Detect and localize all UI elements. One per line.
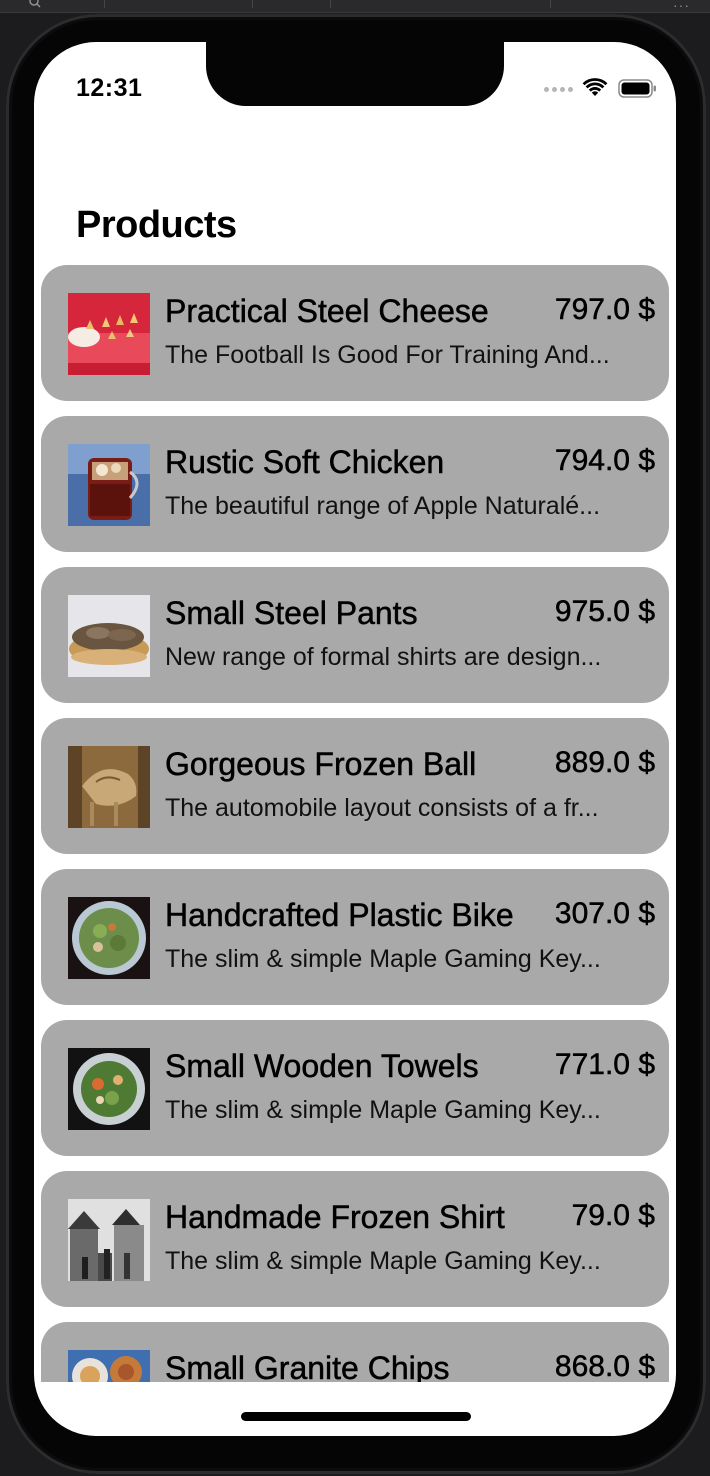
product-name: Small Steel Pants — [165, 595, 418, 632]
product-name: Small Granite Chips — [165, 1350, 450, 1382]
product-name: Small Wooden Towels — [165, 1048, 479, 1085]
product-card[interactable]: Gorgeous Frozen Ball 889.0 $ The automob… — [41, 718, 669, 854]
animal-photo-icon — [68, 746, 150, 828]
product-name: Handmade Frozen Shirt — [165, 1199, 505, 1236]
salad-plate-photo-icon — [68, 1048, 150, 1130]
product-price: 797.0 $ — [554, 293, 656, 327]
search-icon[interactable] — [28, 0, 42, 10]
product-description: The Football Is Good For Training And... — [165, 341, 610, 369]
product-price: 307.0 $ — [554, 897, 656, 931]
product-description: The beautiful range of Apple Naturalé... — [165, 492, 601, 520]
product-card[interactable]: Handmade Frozen Shirt 79.0 $ The slim & … — [41, 1171, 669, 1307]
product-price: 975.0 $ — [554, 595, 656, 629]
sandwich-photo-icon — [68, 595, 150, 677]
salad-bowl-photo-icon — [68, 897, 150, 979]
more-icon[interactable]: ··· — [673, 0, 690, 12]
page-title: Products — [76, 204, 237, 246]
product-price: 889.0 $ — [554, 746, 656, 780]
product-name: Rustic Soft Chicken — [165, 444, 445, 481]
product-description: New range of formal shirts are design... — [165, 643, 602, 671]
food-photo-icon — [68, 293, 150, 375]
battery-icon — [618, 79, 656, 98]
product-name: Gorgeous Frozen Ball — [165, 746, 477, 783]
product-card[interactable]: Handcrafted Plastic Bike 307.0 $ The sli… — [41, 869, 669, 1005]
product-list[interactable]: Practical Steel Cheese 797.0 $ The Footb… — [34, 262, 676, 1382]
home-indicator[interactable] — [241, 1412, 471, 1421]
drink-photo-icon — [68, 444, 150, 526]
product-price: 79.0 $ — [571, 1199, 655, 1233]
street-photo-icon — [68, 1199, 150, 1281]
product-name: Practical Steel Cheese — [165, 293, 489, 330]
product-name: Handcrafted Plastic Bike — [165, 897, 514, 934]
product-description: The slim & simple Maple Gaming Key... — [165, 1247, 601, 1275]
product-card[interactable]: Small Granite Chips 868.0 $ — [41, 1322, 669, 1382]
product-card[interactable]: Rustic Soft Chicken 794.0 $ The beautifu… — [41, 416, 669, 552]
product-card[interactable]: Small Steel Pants 975.0 $ New range of f… — [41, 567, 669, 703]
status-time: 12:31 — [76, 74, 143, 102]
food-platter-photo-icon — [68, 1350, 150, 1382]
product-price: 868.0 $ — [554, 1350, 656, 1382]
product-description: The automobile layout consists of a fr..… — [165, 794, 599, 822]
wifi-icon — [582, 78, 608, 96]
product-price: 771.0 $ — [554, 1048, 656, 1082]
product-price: 794.0 $ — [554, 444, 656, 478]
product-card[interactable]: Practical Steel Cheese 797.0 $ The Footb… — [41, 265, 669, 401]
product-card[interactable]: Small Wooden Towels 771.0 $ The slim & s… — [41, 1020, 669, 1156]
product-description: The slim & simple Maple Gaming Key... — [165, 945, 601, 973]
device-notch — [206, 42, 504, 106]
cellular-signal-icon — [544, 87, 576, 93]
simulator-toolbar: ··· — [0, 0, 710, 13]
product-description: The slim & simple Maple Gaming Key... — [165, 1096, 601, 1124]
